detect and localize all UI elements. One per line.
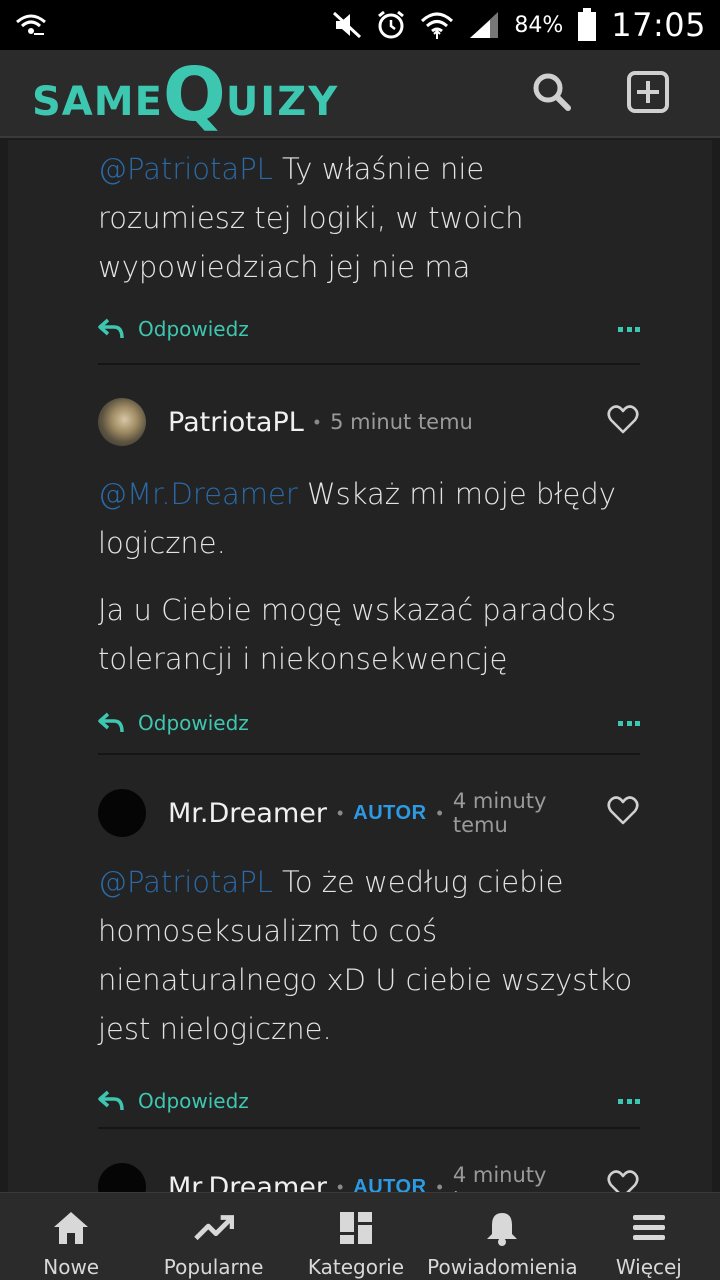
samequizy-logo[interactable]: SAME Q UIZY xyxy=(32,54,339,132)
heart-icon xyxy=(607,1169,639,1192)
avatar[interactable] xyxy=(98,789,146,837)
comment-body: @PatriotaPL To że według ciebie homoseks… xyxy=(98,858,640,1054)
comment-actions: Odpowiedz xyxy=(98,703,640,743)
search-icon xyxy=(532,72,572,117)
wifi-icon xyxy=(420,10,454,40)
heart-icon xyxy=(607,795,639,831)
timestamp: 4 minuty temu xyxy=(452,1163,547,1192)
avatar[interactable] xyxy=(98,398,146,446)
search-button[interactable] xyxy=(530,72,574,116)
timestamp: 4 minuty temu xyxy=(452,789,547,837)
comment: @PatriotaPL Ty właśnie nie rozumiesz tej… xyxy=(98,145,640,349)
reply-label: Odpowiedz xyxy=(138,711,249,735)
menu-icon xyxy=(629,1209,669,1247)
author-badge: AUTOR xyxy=(353,1175,427,1193)
like-button[interactable] xyxy=(606,1169,640,1192)
reply-label: Odpowiedz xyxy=(138,1089,249,1113)
nav-item-powiadomienia[interactable]: Powiadomienia xyxy=(427,1193,578,1280)
comment-actions: Odpowiedz xyxy=(98,1081,640,1121)
comment-body: @Mr.Dreamer Wskaż mi moje błędy logiczne… xyxy=(98,470,640,684)
avatar[interactable] xyxy=(98,1163,146,1192)
comment: Mr.Dreamer • AUTOR • 4 minuty temu @Patr… xyxy=(98,788,640,1121)
clock: 17:05 xyxy=(611,6,706,44)
comment-actions: Odpowiedz xyxy=(98,309,640,349)
battery-icon xyxy=(577,8,597,42)
bottom-navigation: Nowe Popularne Kategorie Powiadomienia W… xyxy=(0,1192,720,1280)
nav-label: Nowe xyxy=(43,1255,100,1279)
reply-icon xyxy=(98,712,124,734)
more-options-button[interactable] xyxy=(618,718,640,728)
home-icon xyxy=(51,1209,91,1247)
mention-link[interactable]: @PatriotaPL xyxy=(98,865,273,899)
nav-item-popularne[interactable]: Popularne xyxy=(142,1193,284,1280)
comment-header: Mr.Dreamer • AUTOR • 4 minuty temu xyxy=(98,1162,640,1192)
heart-icon xyxy=(607,404,639,440)
mute-icon xyxy=(332,11,362,39)
comment-header: Mr.Dreamer • AUTOR • 4 minuty temu xyxy=(98,788,640,838)
more-options-button[interactable] xyxy=(618,1096,640,1106)
comment: PatriotaPL • 5 minut temu @Mr.Dreamer Ws… xyxy=(98,397,640,743)
logo-uizy: UIZY xyxy=(225,79,340,125)
author-name[interactable]: PatriotaPL xyxy=(168,407,304,438)
wifi-hotspot-icon xyxy=(14,12,48,38)
reply-icon xyxy=(98,318,124,340)
nav-label: Powiadomienia xyxy=(427,1255,578,1279)
comment-header: PatriotaPL • 5 minut temu xyxy=(98,397,640,447)
nav-label: Kategorie xyxy=(307,1255,405,1279)
mention-link[interactable]: @PatriotaPL xyxy=(98,152,273,186)
nav-item-nowe[interactable]: Nowe xyxy=(0,1193,142,1280)
timestamp: 5 minut temu xyxy=(330,410,473,434)
author-badge: AUTOR xyxy=(353,801,427,824)
divider xyxy=(98,363,640,365)
logo-q: Q xyxy=(162,52,226,138)
comment-body: @PatriotaPL Ty właśnie nie rozumiesz tej… xyxy=(98,145,640,292)
divider xyxy=(98,753,640,755)
divider xyxy=(98,1127,640,1129)
nav-label: Więcej xyxy=(615,1255,682,1279)
status-bar: 84% 17:05 xyxy=(0,0,720,50)
comments-list[interactable]: @PatriotaPL Ty właśnie nie rozumiesz tej… xyxy=(8,140,712,1192)
signal-icon xyxy=(468,10,500,40)
author-name[interactable]: Mr.Dreamer xyxy=(168,798,327,829)
nav-item-wiecej[interactable]: Więcej xyxy=(578,1193,720,1280)
like-button[interactable] xyxy=(606,404,640,440)
more-options-button[interactable] xyxy=(618,324,640,334)
mention-link[interactable]: @Mr.Dreamer xyxy=(98,477,298,511)
plus-square-icon xyxy=(627,70,669,118)
reply-button[interactable]: Odpowiedz xyxy=(98,317,249,341)
categories-icon xyxy=(336,1209,376,1247)
nav-label: Popularne xyxy=(163,1255,264,1279)
author-name[interactable]: Mr.Dreamer xyxy=(168,1172,327,1193)
reply-label: Odpowiedz xyxy=(138,317,249,341)
reply-button[interactable]: Odpowiedz xyxy=(98,1089,249,1113)
comment-text: Ja u Ciebie mogę wskazać paradoks tolera… xyxy=(98,593,617,676)
nav-item-kategorie[interactable]: Kategorie xyxy=(285,1193,427,1280)
reply-button[interactable]: Odpowiedz xyxy=(98,711,249,735)
app-header: SAME Q UIZY xyxy=(0,50,720,138)
battery-percent: 84% xyxy=(514,12,564,38)
like-button[interactable] xyxy=(606,795,640,831)
trending-icon xyxy=(193,1209,234,1247)
add-quiz-button[interactable] xyxy=(626,70,670,118)
logo-same: SAME xyxy=(32,79,163,125)
bell-icon xyxy=(482,1209,522,1247)
reply-icon xyxy=(98,1090,124,1112)
alarm-icon xyxy=(376,10,406,40)
comment: Mr.Dreamer • AUTOR • 4 minuty temu xyxy=(98,1162,640,1192)
